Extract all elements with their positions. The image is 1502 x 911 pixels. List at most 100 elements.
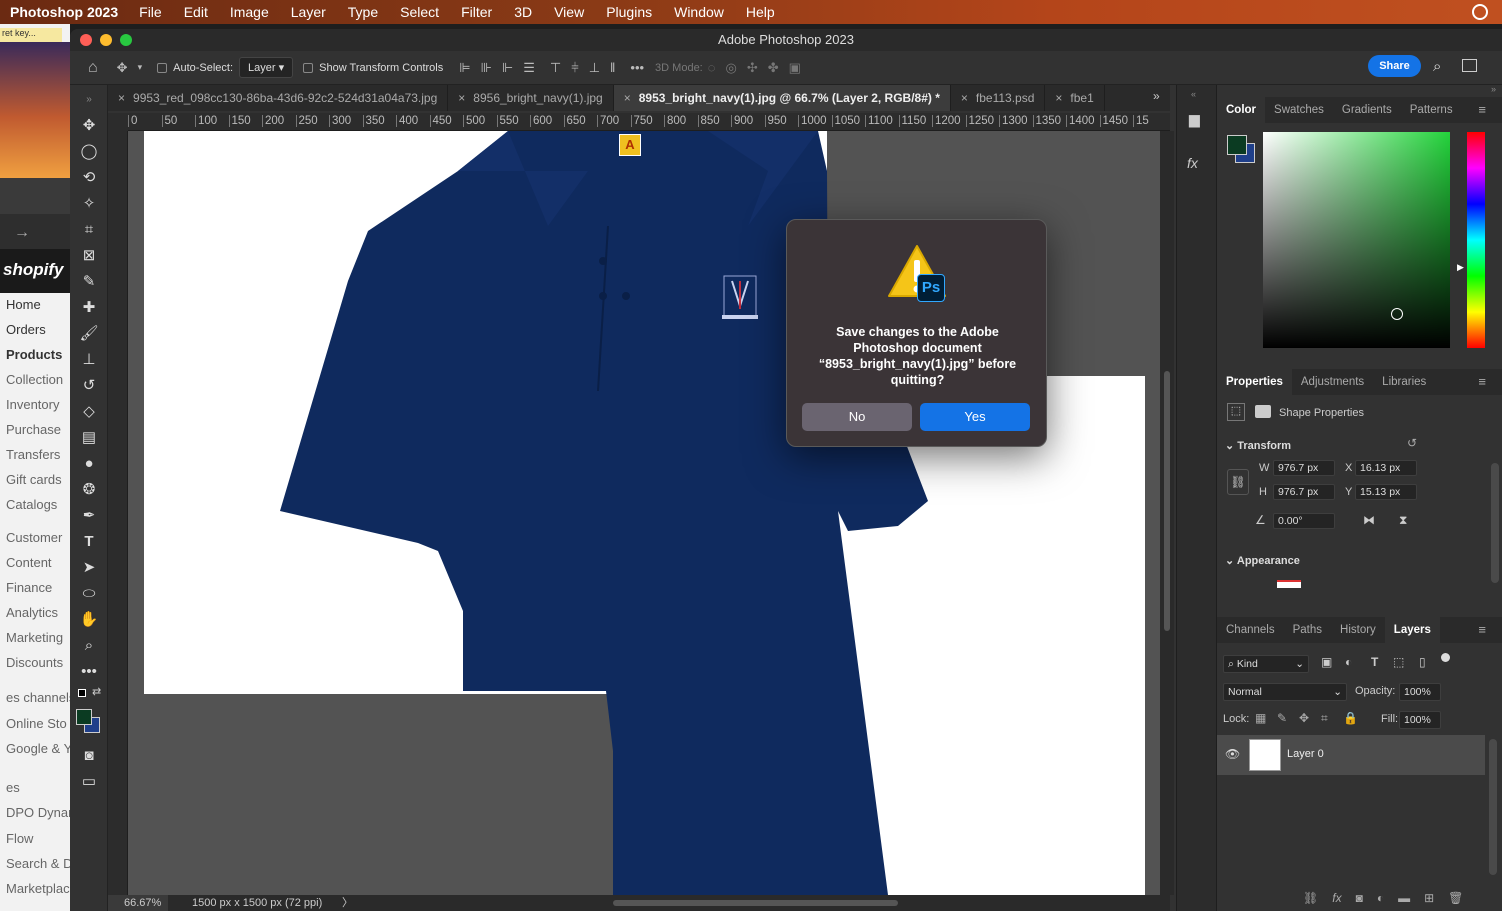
sponge-tool-icon[interactable]: ❂ — [76, 479, 102, 501]
filter-adjustment-icon[interactable]: ◐ — [1345, 655, 1352, 669]
distribute-vertical-icon[interactable]: ‖ — [610, 60, 615, 75]
airdrop-icon[interactable] — [1472, 4, 1488, 20]
tab-adjustments[interactable]: Adjustments — [1292, 369, 1373, 395]
search-icon[interactable]: ⌕ — [1433, 58, 1441, 75]
link-icon[interactable]: ⛓ — [1227, 469, 1249, 495]
shopify-nav-item[interactable]: Transfers — [6, 447, 60, 462]
browser-tab-label[interactable]: ret key... — [0, 28, 62, 42]
gradient-tool-icon[interactable]: ▤ — [76, 427, 102, 449]
tab-libraries[interactable]: Libraries — [1373, 369, 1435, 395]
layer-filter-dropdown[interactable]: ⌕ Kind ⌄ — [1223, 655, 1309, 673]
healing-brush-icon[interactable]: ✚ — [76, 297, 102, 319]
close-tab-icon[interactable]: × — [961, 91, 968, 105]
zoom-tool-icon[interactable]: ⌕ — [76, 635, 102, 657]
fill-field[interactable]: 100% — [1399, 711, 1441, 729]
zoom-window-button[interactable] — [120, 34, 132, 46]
magic-wand-icon[interactable]: ✧ — [76, 193, 102, 215]
lock-all-icon[interactable]: 🔒 — [1343, 711, 1358, 725]
home-icon[interactable]: ⌂ — [88, 59, 98, 77]
shopify-nav-item[interactable]: Discounts — [6, 655, 63, 670]
close-tab-icon[interactable]: × — [624, 91, 631, 105]
pen-tool-icon[interactable]: ✒ — [76, 505, 102, 527]
blend-mode-dropdown[interactable]: Normal ⌄ — [1223, 683, 1347, 701]
align-middle-icon[interactable]: ⫩ — [571, 60, 578, 76]
tab-history[interactable]: History — [1331, 617, 1385, 643]
menu-plugins[interactable]: Plugins — [606, 4, 652, 20]
shopify-nav-item[interactable]: Finance — [6, 580, 52, 595]
color-picker-cursor[interactable] — [1391, 308, 1403, 320]
lock-artboard-icon[interactable]: ⌗ — [1321, 711, 1328, 726]
shopify-nav-item[interactable]: Gift cards — [6, 472, 62, 487]
add-mask-icon[interactable]: ◙ — [1356, 891, 1363, 905]
document-tab[interactable]: × 8953_bright_navy(1).jpg @ 66.7% (Layer … — [613, 85, 951, 111]
adjustment-layer-icon[interactable]: ◐ — [1377, 891, 1384, 905]
height-field[interactable]: 976.7 px — [1273, 484, 1335, 500]
close-tab-icon[interactable]: × — [1055, 91, 1062, 105]
shopify-nav-item[interactable]: Catalogs — [6, 497, 57, 512]
history-brush-icon[interactable]: ↺ — [76, 375, 102, 397]
chevron-down-icon[interactable]: ▾ — [138, 62, 143, 73]
screen-mode-icon[interactable]: ▭ — [76, 771, 102, 793]
shopify-nav-item[interactable]: es channels — [6, 690, 70, 705]
shopify-nav-item[interactable]: Marketing — [6, 630, 63, 645]
menu-select[interactable]: Select — [400, 4, 439, 20]
menu-image[interactable]: Image — [230, 4, 269, 20]
lasso-tool-icon[interactable]: ⟲ — [76, 167, 102, 189]
menu-type[interactable]: Type — [348, 4, 378, 20]
panel-menu-icon[interactable]: ≡ — [1469, 97, 1495, 123]
flip-horizontal-icon[interactable]: ⧓ — [1363, 513, 1375, 527]
zoom-level[interactable]: 66.67% — [108, 895, 168, 911]
document-tab[interactable]: × fbe113.psd — [951, 85, 1046, 111]
tab-properties[interactable]: Properties — [1217, 369, 1292, 395]
quick-mask-icon[interactable]: ◙ — [76, 745, 102, 767]
more-tabs-icon[interactable]: » — [1153, 89, 1160, 103]
menu-help[interactable]: Help — [746, 4, 775, 20]
new-group-icon[interactable]: ▬ — [1398, 891, 1410, 905]
scroll-thumb[interactable] — [1164, 371, 1170, 631]
shopify-nav-item[interactable]: Inventory — [6, 397, 59, 412]
panel-menu-icon[interactable]: ≡ — [1469, 369, 1495, 395]
collapse-panels-icon[interactable]: » — [1491, 84, 1496, 94]
shopify-nav-item[interactable]: Flow — [6, 831, 33, 846]
shopify-nav-item[interactable]: Products — [6, 347, 62, 362]
shopify-nav-item[interactable]: Search & D — [6, 856, 70, 871]
eraser-tool-icon[interactable]: ◇ — [76, 401, 102, 423]
fill-swatch[interactable] — [1277, 580, 1301, 588]
layer-row[interactable]: 👁 Layer 0 — [1217, 735, 1485, 775]
menu-layer[interactable]: Layer — [291, 4, 326, 20]
shopify-nav-item[interactable]: Google & Y — [6, 741, 70, 756]
shopify-nav-item[interactable]: Online Sto — [6, 716, 67, 731]
hue-slider[interactable] — [1467, 132, 1485, 348]
panel-menu-icon[interactable]: ≡ — [1469, 617, 1495, 643]
document-tab[interactable]: × 9953_red_098cc130-86ba-43d6-92c2-524d31… — [108, 85, 449, 111]
new-layer-icon[interactable]: ⊞ — [1424, 891, 1434, 905]
tab-channels[interactable]: Channels — [1217, 617, 1284, 643]
shopify-nav-item[interactable]: es — [6, 780, 20, 795]
hue-marker-icon[interactable]: ▶ — [1457, 262, 1464, 273]
more-tools-icon[interactable]: ••• — [76, 661, 102, 683]
filter-toggle-icon[interactable] — [1441, 653, 1450, 662]
opacity-field[interactable]: 100% — [1399, 683, 1441, 701]
y-field[interactable]: 15.13 px — [1355, 484, 1417, 500]
menu-file[interactable]: File — [139, 4, 162, 20]
lock-position-icon[interactable]: ✥ — [1299, 711, 1309, 725]
type-tool-icon[interactable]: T — [76, 531, 102, 553]
distribute-icon[interactable]: ☰ — [523, 60, 535, 76]
shopify-nav-item[interactable]: Analytics — [6, 605, 58, 620]
default-colors-icon[interactable] — [78, 689, 86, 697]
stamp-tool-icon[interactable]: ⊥ — [76, 349, 102, 371]
marquee-tool-icon[interactable]: ◯ — [76, 141, 102, 163]
missing-font-warning-icon[interactable]: A — [619, 134, 641, 156]
angle-field[interactable]: 0.00° — [1273, 513, 1335, 529]
brush-tool-icon[interactable]: 🖌 — [76, 323, 102, 345]
frame-tool-icon[interactable]: ⊠ — [76, 245, 102, 267]
transform-section[interactable]: ⌄ Transform — [1225, 439, 1291, 452]
properties-scrollbar[interactable] — [1491, 463, 1499, 583]
menu-edit[interactable]: Edit — [184, 4, 208, 20]
close-tab-icon[interactable]: × — [458, 91, 465, 105]
vertical-scrollbar[interactable] — [1160, 131, 1174, 895]
close-tab-icon[interactable]: × — [118, 91, 125, 105]
color-fg-swatch[interactable] — [1227, 135, 1247, 155]
reset-icon[interactable]: ↺ — [1407, 436, 1417, 450]
close-window-button[interactable] — [80, 34, 92, 46]
